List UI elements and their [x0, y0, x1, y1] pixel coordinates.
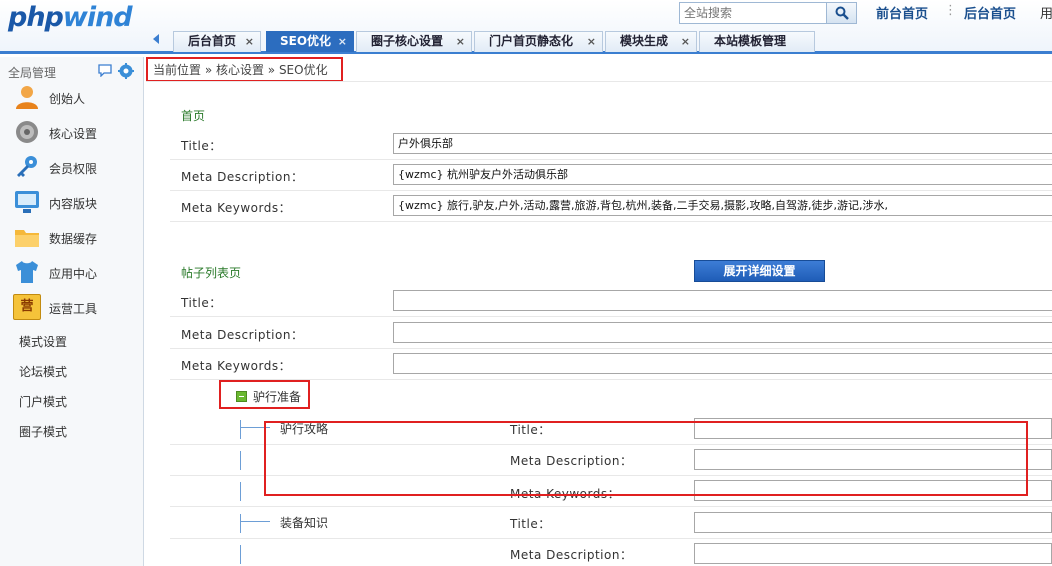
- gear-description-input[interactable]: [694, 543, 1052, 564]
- sidebar-item-member-permissions[interactable]: 会员权限: [0, 153, 143, 183]
- list-description-input[interactable]: [393, 322, 1052, 343]
- form-row-list-description: Meta Description：: [170, 318, 1052, 349]
- sidebar-item-label: 数据缓存: [49, 232, 98, 246]
- search-input[interactable]: [680, 3, 827, 23]
- sidebar-item-label: 创始人: [49, 92, 86, 106]
- user-icon: [16, 86, 38, 109]
- sidebar-item-label: 内容版块: [49, 197, 98, 211]
- tree-line: [240, 545, 241, 564]
- home-keywords-input[interactable]: {wzmc} 旅行,驴友,户外,活动,露营,旅游,背包,杭州,装备,二手交易,摄…: [393, 195, 1052, 216]
- sidebar-item-label: 应用中心: [49, 267, 98, 281]
- message-icon[interactable]: [98, 64, 112, 77]
- tab-label: 圈子核心设置: [371, 34, 444, 48]
- sidebar-item-ops-tools[interactable]: 营 运营工具: [0, 293, 143, 323]
- tab-seo[interactable]: SEO优化 ×: [266, 31, 354, 52]
- sidebar-item-data-cache[interactable]: 数据缓存: [0, 223, 143, 253]
- tree-line: [240, 482, 241, 501]
- expand-details-button[interactable]: 展开详细设置: [694, 260, 825, 282]
- tree-line: [240, 514, 241, 533]
- field-label: Meta Description：: [181, 328, 304, 342]
- field-label: Meta Description：: [181, 170, 304, 184]
- shirt-icon: [16, 261, 38, 283]
- sidebar-item-label: 运营工具: [49, 302, 98, 316]
- tab-label: SEO优化: [280, 34, 332, 48]
- sub-forum-highlight-box: [264, 421, 1028, 496]
- breadcrumb-highlight-box: [146, 57, 343, 82]
- tab-circle-settings[interactable]: 圈子核心设置 ×: [356, 31, 472, 52]
- folder-icon: [15, 230, 39, 247]
- collapse-minus-icon[interactable]: [236, 391, 247, 402]
- field-label: Title：: [181, 139, 222, 153]
- field-label: Title：: [181, 296, 222, 310]
- gear-icon[interactable]: [118, 63, 134, 79]
- gear-title-input[interactable]: [694, 512, 1052, 533]
- search-button[interactable]: [826, 3, 856, 23]
- close-icon[interactable]: ×: [338, 32, 347, 51]
- sidebar-sub-portal-mode[interactable]: 门户模式: [19, 393, 67, 410]
- tab-portal-static[interactable]: 门户首页静态化 ×: [474, 31, 603, 52]
- field-label: Meta Description：: [510, 548, 633, 562]
- tab-label: 模块生成: [620, 34, 669, 48]
- sub-row-gear-description: Meta Description：: [170, 539, 1052, 566]
- section-title-homepage: 首页: [181, 109, 206, 123]
- tab-template-manage[interactable]: 本站模板管理: [699, 31, 815, 52]
- tab-label: 后台首页: [188, 34, 237, 48]
- field-label: Meta Keywords：: [181, 359, 292, 373]
- tree-line: [240, 451, 241, 470]
- user-link[interactable]: 用: [1040, 3, 1052, 22]
- tab-label: 本站模板管理: [714, 34, 787, 48]
- sidebar-item-content-blocks[interactable]: 内容版块: [0, 188, 143, 218]
- link-separator: ⋮: [944, 3, 957, 18]
- form-row-home-keywords: Meta Keywords： {wzmc} 旅行,驴友,户外,活动,露营,旅游,…: [170, 191, 1052, 222]
- form-row-home-title: Title： 户外俱乐部: [170, 129, 1052, 160]
- sidebar: 全局管理 创始人 核心设置 会员权限 内容版块 数据缓存 应用中心 营 运营工具…: [0, 57, 144, 566]
- shop-icon-glyph: 营: [20, 299, 34, 314]
- close-icon[interactable]: ×: [681, 32, 690, 51]
- shop-icon: 营: [13, 294, 41, 320]
- category-group-toggle[interactable]: 驴行准备: [219, 380, 310, 409]
- monitor-icon: [15, 191, 39, 213]
- home-title-input[interactable]: 户外俱乐部: [393, 133, 1052, 154]
- field-label: Title：: [510, 517, 551, 531]
- sidebar-title: 全局管理: [8, 66, 57, 80]
- content-area: 当前位置 » 核心设置 » SEO优化 首页 Title： 户外俱乐部 Meta…: [146, 57, 1052, 566]
- section-title-thread-list: 帖子列表页: [181, 266, 242, 280]
- tree-line: [240, 420, 241, 439]
- form-row-home-description: Meta Description： {wzmc} 杭州驴友户外活动俱乐部: [170, 160, 1052, 191]
- arrow-left-icon[interactable]: [150, 32, 164, 46]
- sidebar-sub-circle-mode[interactable]: 圈子模式: [19, 423, 67, 440]
- key-icon: [17, 156, 37, 177]
- search-box: [679, 2, 857, 24]
- seo-form-panel: 首页 Title： 户外俱乐部 Meta Description： {wzmc}…: [146, 81, 1052, 566]
- list-keywords-input[interactable]: [393, 353, 1052, 374]
- category-label: 驴行准备: [253, 390, 302, 404]
- tab-bar: 后台首页 × SEO优化 × 圈子核心设置 × 门户首页静态化 × 模块生成 × 本站模板…: [0, 29, 1052, 54]
- field-label: Meta Keywords：: [181, 201, 292, 215]
- form-row-list-title: Title：: [170, 286, 1052, 317]
- sidebar-sub-forum-mode[interactable]: 论坛模式: [19, 363, 67, 380]
- sidebar-item-core-settings[interactable]: 核心设置: [0, 118, 143, 148]
- form-row-list-keywords: Meta Keywords：: [170, 349, 1052, 380]
- search-icon: [835, 6, 849, 20]
- disc-icon: [16, 121, 38, 143]
- sidebar-item-label: 核心设置: [49, 127, 98, 141]
- tab-label: 门户首页静态化: [489, 34, 574, 48]
- admin-home-link[interactable]: 后台首页: [964, 3, 1016, 22]
- sidebar-item-app-center[interactable]: 应用中心: [0, 258, 143, 288]
- sub-forum-name: 装备知识: [280, 516, 329, 530]
- tab-module-generate[interactable]: 模块生成 ×: [605, 31, 697, 52]
- front-home-link[interactable]: 前台首页: [876, 3, 928, 22]
- home-description-input[interactable]: {wzmc} 杭州驴友户外活动俱乐部: [393, 164, 1052, 185]
- list-title-input[interactable]: [393, 290, 1052, 311]
- close-icon[interactable]: ×: [245, 32, 254, 51]
- tree-line: [240, 521, 270, 522]
- tab-admin-home[interactable]: 后台首页 ×: [173, 31, 261, 52]
- close-icon[interactable]: ×: [456, 32, 465, 51]
- close-icon[interactable]: ×: [587, 32, 596, 51]
- sidebar-item-label: 会员权限: [49, 162, 98, 176]
- sub-row-gear-title: 装备知识 Title：: [170, 508, 1052, 539]
- sidebar-item-founder[interactable]: 创始人: [0, 83, 143, 113]
- sidebar-sub-mode-settings[interactable]: 模式设置: [19, 333, 67, 350]
